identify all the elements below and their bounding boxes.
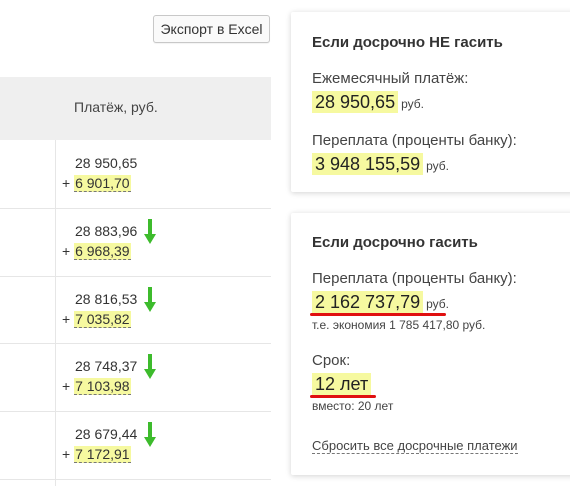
reset-prepayments-link[interactable]: Сбросить все досрочные платежи [312,438,518,454]
payment-row: 28 748,37 + 7 103,98 [56,344,271,411]
payment-column-header: Платёж, руб. [74,99,158,115]
export-excel-button[interactable]: Экспорт в Excel [153,15,270,43]
savings-note: т.е. экономия 1 785 417,80 руб. [312,318,486,332]
term-value: 12 лет [312,373,372,395]
extra-payment-input[interactable]: 7 172,91 [74,446,131,463]
payment-extra: + 6 901,70 [62,175,131,192]
payment-base: 28 748,37 [75,358,138,374]
arrow-down-icon [144,287,156,312]
table-header: Платёж, руб. [0,77,271,140]
no-prepay-title: Если досрочно НЕ гасить [312,34,503,51]
arrow-down-icon [144,219,156,244]
prepay-card: Если досрочно гасить Переплата (проценты… [291,213,570,475]
payment-row: 28 679,44 + 7 172,91 [56,412,271,479]
arrow-down-icon [144,354,156,379]
payment-base: 28 816,53 [75,291,138,307]
term-label: Срок: [312,352,351,369]
overpay-value: 3 948 155,59 руб. [312,153,449,175]
term-note: вместо: 20 лет [312,399,394,413]
red-underline [310,395,376,398]
payment-base: 28 883,96 [75,223,138,239]
overpay-label: Переплата (проценты банку): [312,132,517,149]
row-divider [0,479,271,480]
payment-extra: + 6 968,39 [62,243,131,260]
arrow-down-icon [144,422,156,447]
payment-row: 28 816,53 + 7 035,82 [56,277,271,344]
extra-payment-input[interactable]: 7 103,98 [74,378,131,395]
no-prepay-card: Если досрочно НЕ гасить Ежемесячный плат… [291,12,570,192]
red-underline [310,313,446,316]
payment-row: 28 883,96 + 6 968,39 [56,209,271,276]
payment-extra: + 7 035,82 [62,311,131,328]
payment-extra: + 7 103,98 [62,378,131,395]
prepay-overpay-value: 2 162 737,79 руб. [312,291,449,313]
payment-row: 28 950,65 + 6 901,70 [56,141,271,208]
payment-extra: + 7 172,91 [62,446,131,463]
prepay-overpay-label: Переплата (проценты банку): [312,270,517,287]
payment-base: 28 950,65 [75,155,138,171]
extra-payment-input[interactable]: 6 968,39 [74,243,131,260]
extra-payment-input[interactable]: 6 901,70 [74,175,131,192]
monthly-payment-label: Ежемесячный платёж: [312,70,469,87]
monthly-payment-value: 28 950,65 руб. [312,91,424,113]
extra-payment-input[interactable]: 7 035,82 [74,311,131,328]
payment-base: 28 679,44 [75,426,138,442]
prepay-title: Если досрочно гасить [312,234,478,251]
